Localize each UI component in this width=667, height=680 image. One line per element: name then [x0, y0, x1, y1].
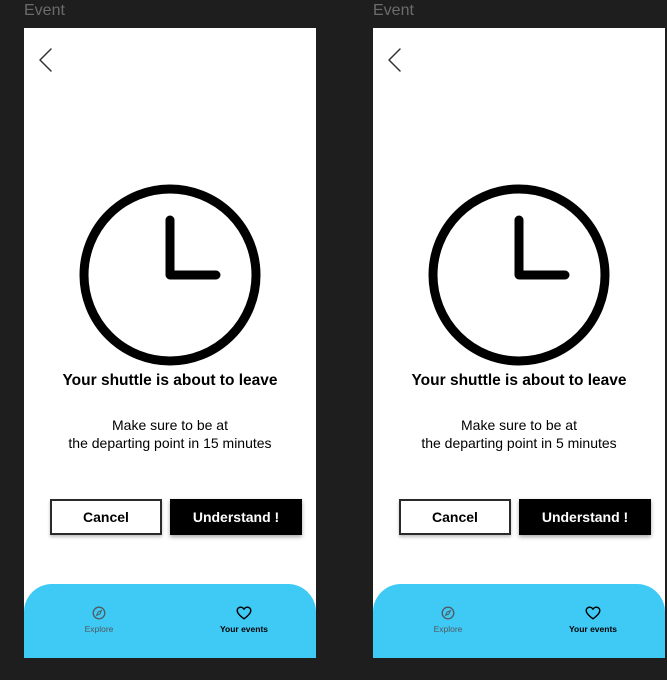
nav-your-events-label: Your events — [219, 624, 269, 634]
back-button[interactable] — [36, 46, 58, 74]
frame-label: Event — [24, 2, 65, 19]
nav-explore[interactable]: Explore — [398, 606, 498, 634]
understand-button[interactable]: Understand ! — [519, 499, 651, 535]
bottom-nav: Explore Your events — [24, 584, 316, 658]
event-screen-15-min: Your shuttle is about to leave Make sure… — [24, 28, 316, 658]
back-chevron-icon — [39, 48, 52, 72]
alert-message: Make sure to be at the departing point i… — [373, 416, 665, 452]
nav-your-events[interactable]: Your events — [543, 606, 643, 634]
nav-explore[interactable]: Explore — [49, 606, 149, 634]
compass-icon — [92, 606, 106, 620]
alert-message-line-2: the departing point in 5 minutes — [421, 435, 617, 451]
heart-icon — [585, 606, 601, 620]
cancel-button[interactable]: Cancel — [50, 499, 162, 535]
clock-icon — [428, 184, 610, 366]
heart-icon — [236, 606, 252, 620]
alert-message: Make sure to be at the departing point i… — [24, 416, 316, 452]
compass-icon — [441, 606, 455, 620]
understand-button[interactable]: Understand ! — [170, 499, 302, 535]
alert-title: Your shuttle is about to leave — [411, 372, 627, 389]
frame-label: Event — [373, 2, 414, 19]
nav-your-events[interactable]: Your events — [194, 606, 294, 634]
clock-icon — [79, 184, 261, 366]
back-chevron-icon — [388, 48, 401, 72]
alert-message-line-1: Make sure to be at — [112, 417, 228, 433]
nav-explore-label: Explore — [84, 624, 114, 634]
bottom-nav: Explore Your events — [373, 584, 665, 658]
nav-explore-label: Explore — [433, 624, 463, 634]
cancel-button[interactable]: Cancel — [399, 499, 511, 535]
back-button[interactable] — [385, 46, 407, 74]
event-screen-5-min: Your shuttle is about to leave Make sure… — [373, 28, 665, 658]
alert-message-line-2: the departing point in 15 minutes — [68, 435, 272, 451]
nav-your-events-label: Your events — [568, 624, 618, 634]
alert-message-line-1: Make sure to be at — [461, 417, 577, 433]
alert-title: Your shuttle is about to leave — [62, 372, 278, 389]
